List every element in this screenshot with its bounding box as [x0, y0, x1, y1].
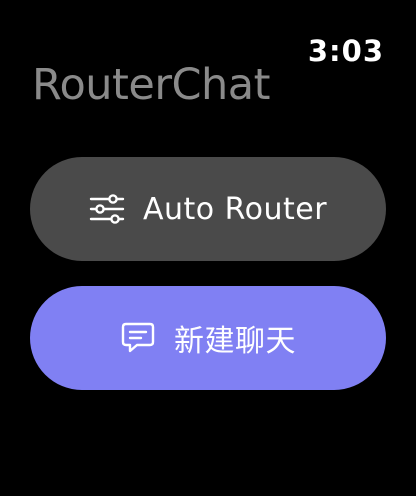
- sliders-icon: [89, 194, 125, 224]
- status-time: 3:03: [307, 34, 384, 68]
- new-chat-label: 新建聊天: [174, 324, 296, 359]
- chat-bubble-icon: [120, 321, 156, 355]
- watch-screen: 3:03 RouterChat Auto Router 新建聊天: [0, 0, 416, 496]
- auto-router-button[interactable]: Auto Router: [30, 157, 386, 261]
- auto-router-label: Auto Router: [142, 191, 328, 227]
- app-title: RouterChat: [32, 60, 271, 110]
- new-chat-button[interactable]: 新建聊天: [30, 286, 386, 390]
